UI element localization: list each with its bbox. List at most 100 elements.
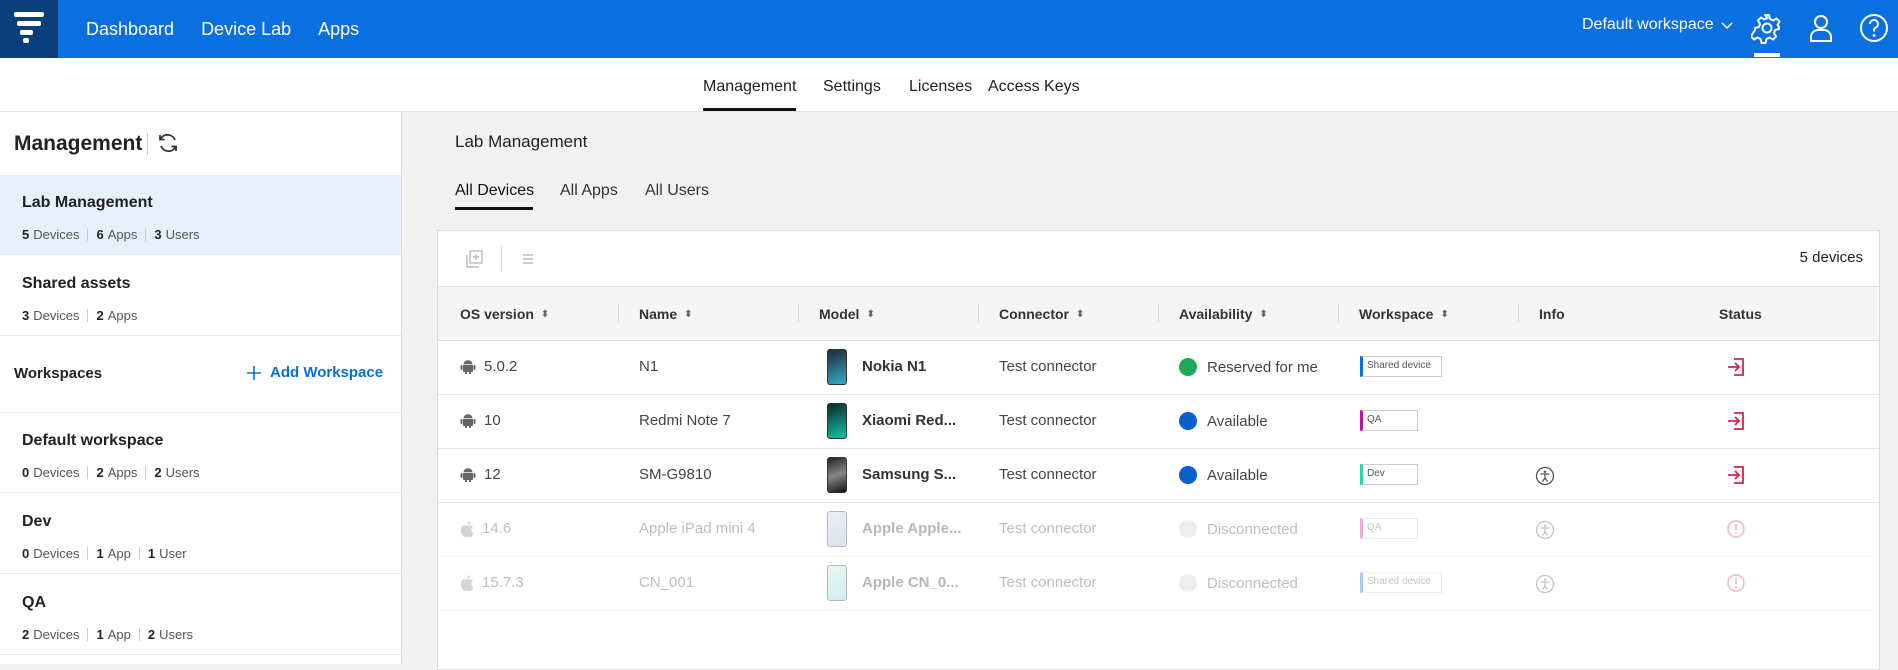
- workspace-tag-label: Shared device: [1367, 576, 1431, 587]
- status-dot: [1179, 574, 1197, 592]
- accessibility-icon[interactable]: [1535, 574, 1555, 594]
- tab-all-users[interactable]: All Users: [645, 182, 709, 200]
- workspace-tag-label: QA: [1367, 414, 1382, 425]
- table-row[interactable]: 10 Redmi Note 7 Xiaomi Red... Test connecto…: [438, 395, 1879, 449]
- table-toolbar: 5 devices: [438, 231, 1879, 286]
- sort-icon: ⬍: [866, 308, 875, 320]
- column-model[interactable]: Model ⬍: [819, 306, 875, 322]
- tab-licenses[interactable]: Licenses: [909, 78, 972, 96]
- copy-icon[interactable]: [464, 249, 484, 269]
- connector: Test connector: [999, 412, 1097, 429]
- connector: Test connector: [999, 520, 1097, 537]
- sidebar: Management Lab Management 5 Devices 6 Apps…: [0, 112, 402, 664]
- sidebar-item-shared-assets[interactable]: Shared assets 3 Devices 2 Apps: [0, 256, 401, 336]
- chevron-down-icon: [1721, 22, 1733, 30]
- os-version-cell: 15.7.3: [460, 574, 524, 591]
- workspace-tag: Shared device: [1360, 572, 1442, 593]
- table-row[interactable]: 12 SM-G9810 Samsung S... Test connector Avai…: [438, 449, 1879, 503]
- status-button[interactable]: [1725, 410, 1747, 432]
- count: 1: [147, 546, 156, 561]
- help-icon[interactable]: [1858, 12, 1890, 44]
- device-name: CN_001: [639, 574, 695, 591]
- accessibility-icon[interactable]: [1535, 520, 1555, 540]
- sidebar-title: Management: [14, 132, 143, 155]
- os-version-cell: 5.0.2: [460, 358, 517, 375]
- sidebar-item-lab-management[interactable]: Lab Management 5 Devices 6 Apps 3 Users: [0, 175, 401, 255]
- android-icon: [460, 359, 476, 374]
- workspaces-heading: Workspaces: [14, 365, 103, 382]
- tab-all-apps[interactable]: All Apps: [560, 182, 618, 200]
- device-model[interactable]: Samsung S...: [862, 466, 956, 483]
- sidebar-item-meta: 0 Devices 1 App 1 User: [22, 546, 187, 561]
- sidebar-item-qa[interactable]: QA 2 Devices 1 App 2 Users: [0, 575, 401, 655]
- workspace-tag-label: Dev: [1367, 468, 1385, 479]
- add-workspace-button[interactable]: Add Workspace: [246, 364, 383, 381]
- tab-settings[interactable]: Settings: [823, 78, 881, 96]
- os-version: 15.7.3: [482, 574, 524, 591]
- status-dot: [1179, 412, 1197, 430]
- workspace-tag: Dev: [1360, 464, 1418, 485]
- logo-icon[interactable]: [0, 0, 58, 58]
- table-row[interactable]: 5.0.2 N1 Nokia N1 Test connector Reserved fo…: [438, 341, 1879, 395]
- settings-tabs: Management Settings Licenses Access Keys: [0, 58, 1898, 112]
- status-button[interactable]: [1725, 464, 1747, 486]
- accessibility-icon[interactable]: [1535, 466, 1555, 486]
- sidebar-item-title: Lab Management: [22, 194, 153, 211]
- workspace-tag: QA: [1360, 410, 1418, 431]
- status-button[interactable]: [1725, 518, 1747, 540]
- android-icon: [460, 467, 476, 482]
- tab-all-devices[interactable]: All Devices: [455, 182, 534, 200]
- sidebar-item-meta: 2 Devices 1 App 2 Users: [22, 627, 193, 642]
- enter-device-icon: [1728, 466, 1744, 484]
- table-row[interactable]: 14.6 Apple iPad mini 4 Apple Apple... Test …: [438, 503, 1879, 557]
- count-label: Apps: [107, 308, 138, 323]
- column-availability[interactable]: Availability ⬍: [1179, 306, 1268, 322]
- tab-access-keys[interactable]: Access Keys: [988, 78, 1080, 96]
- status-button[interactable]: [1725, 356, 1747, 378]
- count-label: User: [159, 546, 187, 561]
- column-info: Info: [1539, 306, 1565, 322]
- column-workspace[interactable]: Workspace ⬍: [1359, 306, 1449, 322]
- sidebar-item-default-workspace[interactable]: Default workspace 0 Devices 2 Apps 2 Users: [0, 413, 401, 493]
- table-header: OS version ⬍ Name ⬍ Model ⬍ Connector ⬍ Avai…: [438, 286, 1879, 341]
- availability: Disconnected: [1207, 520, 1298, 538]
- nav-apps[interactable]: Apps: [318, 19, 359, 40]
- table-row[interactable]: 15.7.3 CN_001 Apple CN_0... Test connector D…: [438, 557, 1879, 611]
- count: 2: [154, 465, 162, 480]
- count-label: Users: [165, 227, 200, 242]
- column-connector[interactable]: Connector ⬍: [999, 306, 1084, 322]
- gear-icon[interactable]: [1751, 12, 1783, 44]
- user-icon[interactable]: [1805, 12, 1837, 44]
- sidebar-item-title: Default workspace: [22, 432, 164, 449]
- os-version: 5.0.2: [484, 358, 518, 375]
- device-model[interactable]: Apple Apple...: [862, 520, 961, 537]
- count: 2: [96, 465, 104, 480]
- count-label: Users: [159, 627, 194, 642]
- device-model[interactable]: Apple CN_0...: [862, 574, 959, 591]
- device-thumbnail: [827, 511, 847, 547]
- workspace-tag-label: Shared device: [1367, 360, 1431, 371]
- status-button[interactable]: [1725, 572, 1747, 594]
- column-status: Status: [1719, 306, 1762, 322]
- column-os-version[interactable]: OS version ⬍: [460, 306, 549, 322]
- refresh-icon[interactable]: [156, 131, 180, 155]
- device-thumbnail: [827, 457, 847, 493]
- device-model[interactable]: Xiaomi Red...: [862, 412, 956, 429]
- availability-cell: Available: [1179, 412, 1268, 430]
- tab-management[interactable]: Management: [703, 78, 796, 96]
- android-icon: [460, 413, 476, 428]
- count: 3: [22, 308, 30, 323]
- device-model[interactable]: Nokia N1: [862, 358, 926, 375]
- count-label: App: [107, 627, 131, 642]
- list-icon[interactable]: [518, 249, 538, 269]
- top-bar: Dashboard Device Lab Apps Default worksp…: [0, 0, 1898, 58]
- workspace-select[interactable]: Default workspace: [1582, 16, 1734, 34]
- sort-icon: ⬍: [1440, 308, 1449, 320]
- nav-device-lab[interactable]: Device Lab: [201, 19, 291, 40]
- column-label: OS version: [460, 306, 534, 322]
- column-name[interactable]: Name ⬍: [639, 306, 693, 322]
- nav-dashboard[interactable]: Dashboard: [86, 19, 174, 40]
- column-label: Info: [1539, 306, 1565, 322]
- workspace-tag-label: QA: [1367, 522, 1382, 533]
- sidebar-item-dev[interactable]: Dev 0 Devices 1 App 1 User: [0, 494, 401, 574]
